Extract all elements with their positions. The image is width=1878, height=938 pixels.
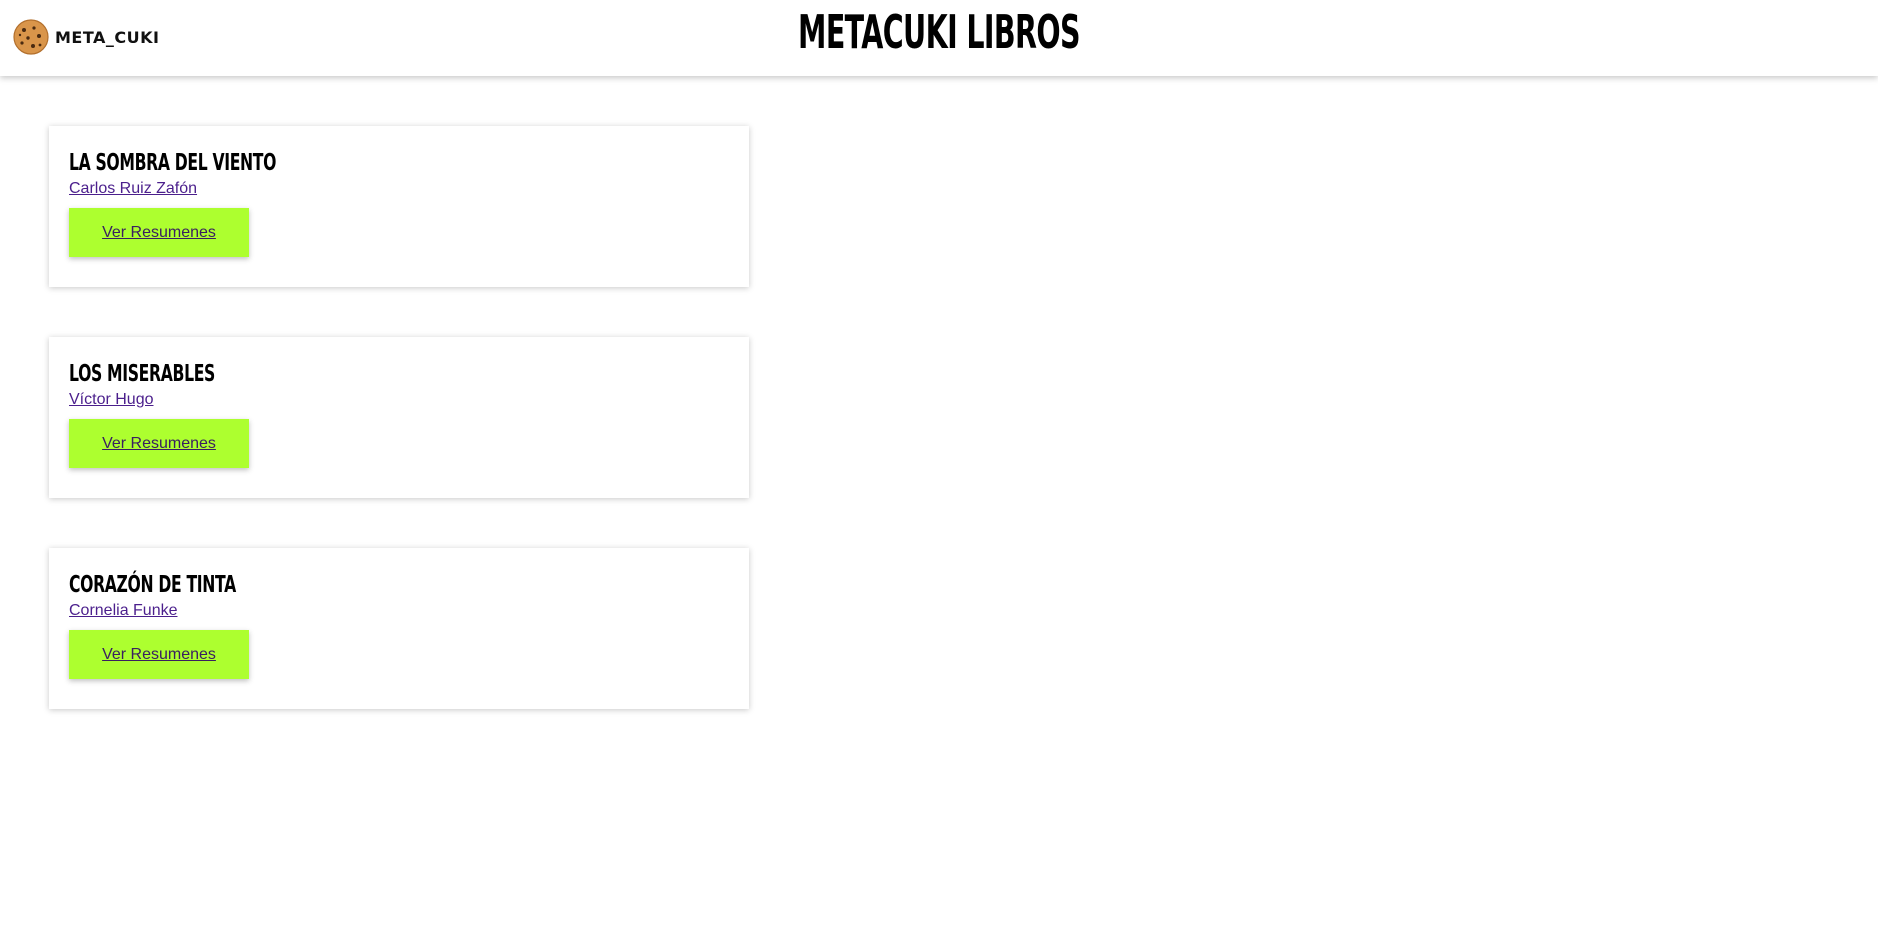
book-title: CORAZÓN DE TINTA: [69, 572, 236, 598]
book-title: LOS MISERABLES: [69, 361, 215, 387]
brand-logo[interactable]: META_CUKI: [13, 19, 160, 55]
ver-resumenes-button[interactable]: Ver Resumenes: [69, 208, 249, 257]
author-link[interactable]: Víctor Hugo: [69, 390, 153, 410]
ver-resumenes-button[interactable]: Ver Resumenes: [69, 419, 249, 468]
brand-name: META_CUKI: [55, 27, 160, 47]
page-title: METACUKI LIBROS: [798, 5, 1080, 59]
book-card: LA SOMBRA DEL VIENTO Carlos Ruiz Zafón V…: [49, 126, 749, 287]
cookie-icon: [13, 19, 49, 55]
author-link[interactable]: Carlos Ruiz Zafón: [69, 179, 197, 199]
book-title: LA SOMBRA DEL VIENTO: [69, 150, 277, 176]
book-card: LOS MISERABLES Víctor Hugo Ver Resumenes: [49, 337, 749, 498]
site-header: META_CUKI METACUKI LIBROS: [0, 0, 1878, 76]
book-card: CORAZÓN DE TINTA Cornelia Funke Ver Resu…: [49, 548, 749, 709]
author-link[interactable]: Cornelia Funke: [69, 601, 178, 621]
ver-resumenes-button[interactable]: Ver Resumenes: [69, 630, 249, 679]
